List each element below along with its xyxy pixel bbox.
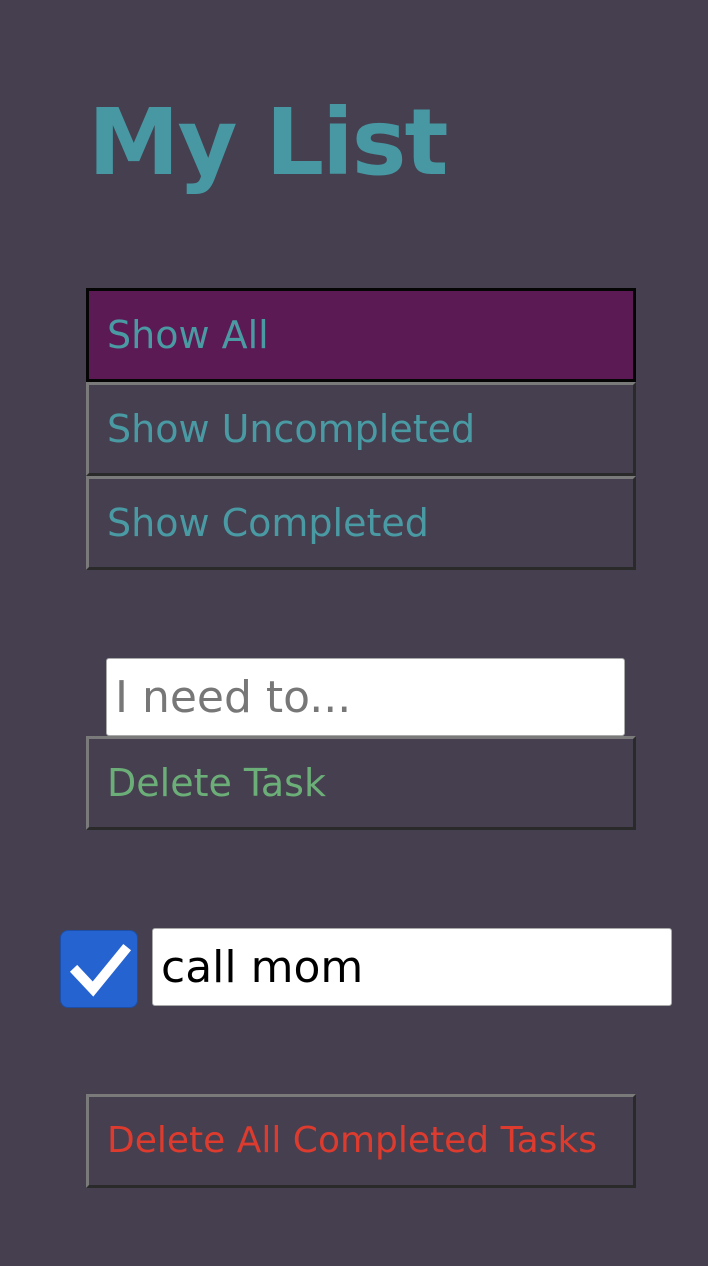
delete-task-button[interactable]: Delete Task xyxy=(86,736,636,830)
delete-all-completed-button[interactable]: Delete All Completed Tasks xyxy=(86,1094,636,1188)
page-title: My List xyxy=(88,89,448,196)
show-all-button[interactable]: Show All xyxy=(86,288,636,382)
task-text-field[interactable] xyxy=(152,928,672,1006)
show-completed-button[interactable]: Show Completed xyxy=(86,476,636,570)
task-checkbox[interactable] xyxy=(60,930,138,1008)
new-task-input[interactable] xyxy=(106,658,625,736)
checkmark-icon xyxy=(69,943,132,997)
show-uncompleted-button[interactable]: Show Uncompleted xyxy=(86,382,636,476)
